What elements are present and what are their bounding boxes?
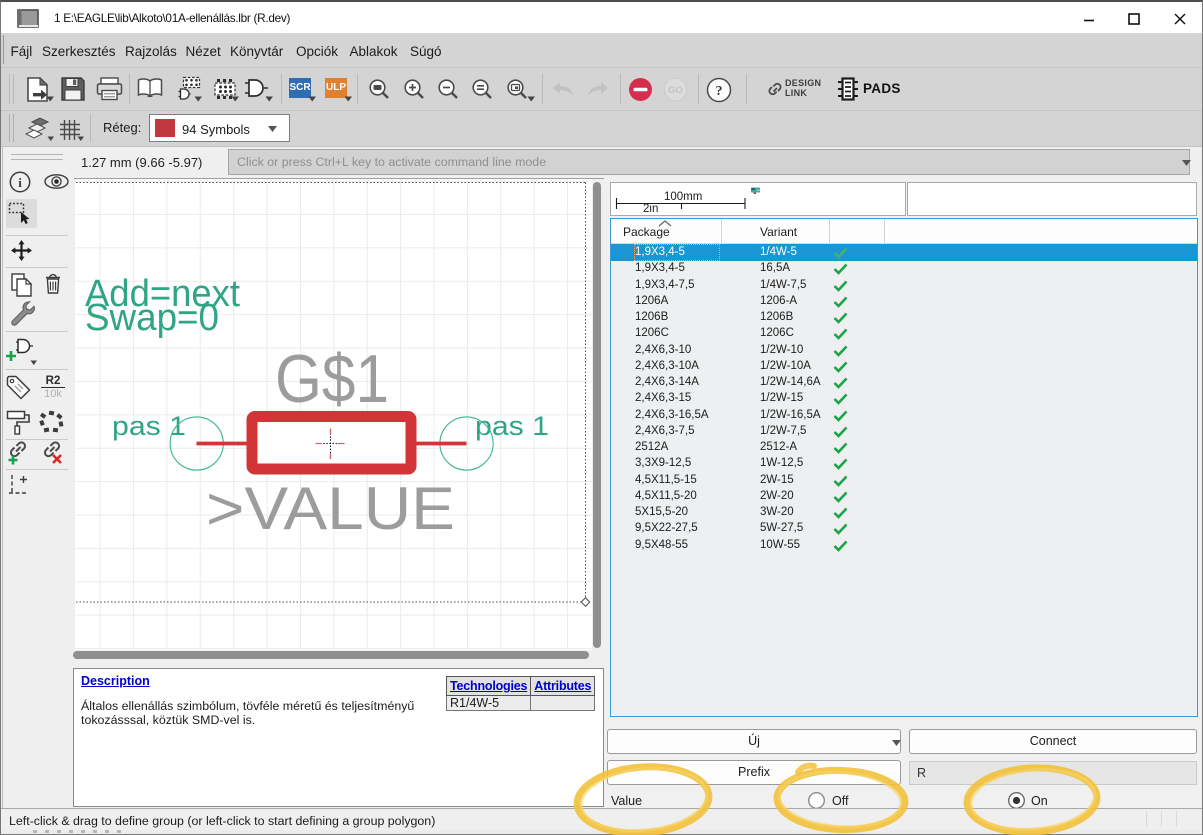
svg-text:Swap=0: Swap=0 — [85, 297, 219, 339]
svg-text:>VALUE: >VALUE — [206, 475, 455, 542]
svg-text:GO: GO — [668, 85, 683, 96]
svg-text:2in: 2in — [643, 203, 658, 213]
svg-text:?: ? — [716, 84, 723, 99]
svg-text:100mm: 100mm — [664, 191, 702, 203]
svg-text:pas 1: pas 1 — [112, 411, 186, 441]
svg-text:G$1: G$1 — [275, 341, 389, 417]
svg-text:i: i — [18, 175, 22, 190]
